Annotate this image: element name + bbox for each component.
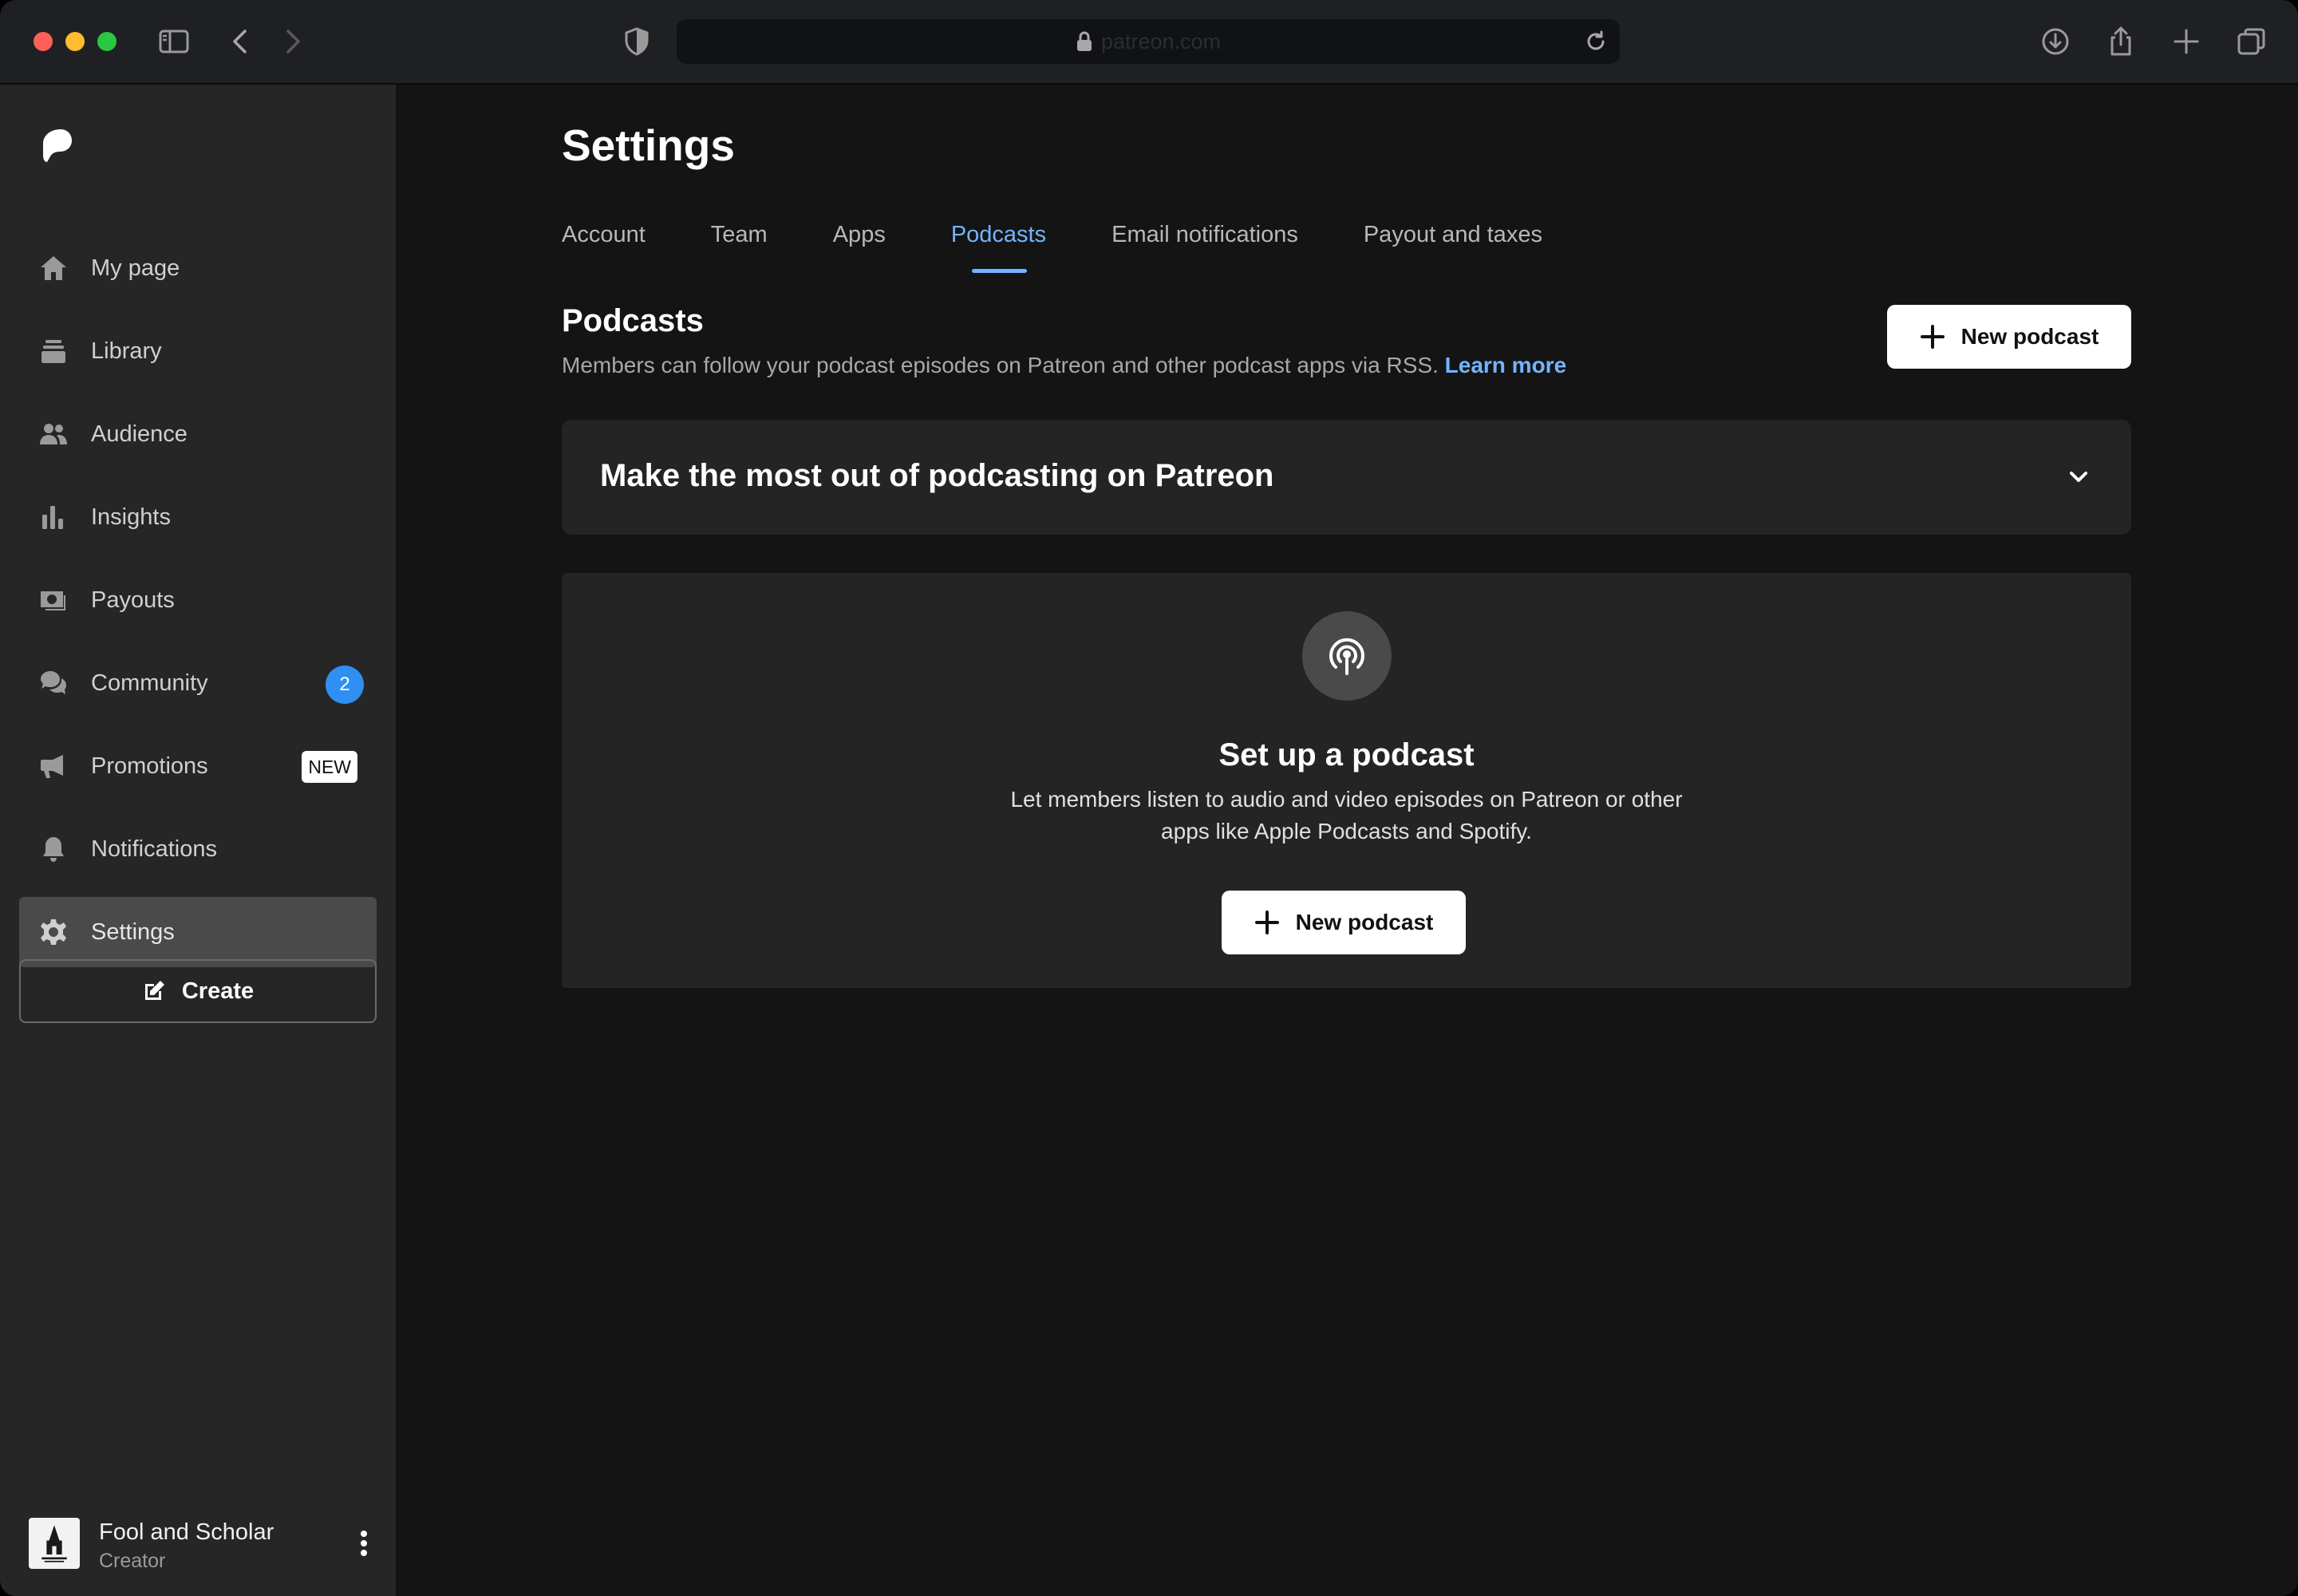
plus-icon — [1254, 911, 1279, 934]
forward-icon[interactable] — [274, 24, 310, 59]
section-description-text: Members can follow your podcast episodes… — [562, 353, 1439, 377]
bell-icon — [38, 834, 69, 864]
download-icon[interactable] — [2038, 24, 2073, 59]
learn-more-link[interactable]: Learn more — [1445, 353, 1567, 377]
settings-tabs: Account Team Apps Podcasts Email notific… — [562, 219, 1608, 275]
sidebar: My page Library Audience Insights Payout… — [0, 85, 396, 1596]
zoom-window-button[interactable] — [97, 32, 116, 51]
tab-payout-and-taxes[interactable]: Payout and taxes — [1364, 219, 1542, 275]
address-bar[interactable]: patreon.com — [677, 19, 1620, 64]
browser-window: patreon.com My page Library Audience Ins… — [0, 0, 2298, 1596]
create-button[interactable]: Create — [19, 959, 377, 1023]
sidebar-item-community[interactable]: Community 2 — [19, 648, 377, 718]
new-badge: NEW — [302, 751, 357, 783]
tab-apps[interactable]: Apps — [833, 219, 886, 275]
sidebar-item-label: Library — [91, 338, 162, 364]
share-icon[interactable] — [2103, 24, 2138, 59]
home-icon — [38, 253, 69, 283]
new-podcast-empty-state-button[interactable]: New podcast — [1222, 891, 1466, 954]
reload-icon[interactable] — [1583, 29, 1609, 54]
new-podcast-button-label: New podcast — [1960, 324, 2099, 349]
sidebar-item-payouts[interactable]: Payouts — [19, 565, 377, 635]
lock-icon — [1076, 31, 1093, 52]
gear-icon — [38, 917, 69, 947]
tab-email-notifications[interactable]: Email notifications — [1111, 219, 1298, 275]
library-icon — [38, 336, 69, 366]
profile-name: Fool and Scholar — [99, 1519, 274, 1545]
create-button-label: Create — [181, 978, 255, 1004]
empty-state-title: Set up a podcast — [1218, 737, 1475, 772]
section-description: Members can follow your podcast episodes… — [562, 353, 1566, 378]
edit-icon — [144, 981, 164, 1000]
people-icon — [38, 419, 69, 449]
sidebar-item-audience[interactable]: Audience — [19, 399, 377, 469]
new-podcast-button-label: New podcast — [1295, 910, 1434, 934]
page-title: Settings — [562, 120, 735, 170]
empty-state-description: Let members listen to audio and video ep… — [562, 784, 2131, 847]
sidebar-item-label: Community — [91, 670, 208, 696]
accordion-title: Make the most out of podcasting on Patre… — [600, 458, 1274, 493]
sidebar-item-settings[interactable]: Settings — [19, 897, 377, 967]
podcast-icon — [1302, 611, 1392, 701]
new-tab-icon[interactable] — [2169, 24, 2204, 59]
bar-chart-icon — [38, 502, 69, 532]
close-window-button[interactable] — [34, 32, 53, 51]
sidebar-item-label: Promotions — [91, 753, 208, 779]
podcasting-tips-accordion[interactable]: Make the most out of podcasting on Patre… — [562, 420, 2131, 535]
sidebar-item-library[interactable]: Library — [19, 316, 377, 386]
new-podcast-button[interactable]: New podcast — [1887, 305, 2131, 369]
plus-icon — [1920, 325, 1945, 349]
avatar[interactable] — [29, 1518, 80, 1569]
sidebar-item-label: Audience — [91, 421, 188, 447]
more-options-icon[interactable] — [348, 1526, 380, 1561]
sidebar-item-promotions[interactable]: Promotions NEW — [19, 731, 377, 801]
sidebar-item-my-page[interactable]: My page — [19, 233, 377, 303]
tab-overview-icon[interactable] — [2234, 24, 2269, 59]
main-content: Settings Account Team Apps Podcasts Emai… — [396, 85, 2298, 1596]
empty-state-description-line: Let members listen to audio and video ep… — [1010, 787, 1683, 812]
sidebar-item-label: Payouts — [91, 587, 175, 613]
money-icon — [38, 585, 69, 615]
chevron-down-icon[interactable] — [2066, 464, 2091, 490]
sidebar-item-label: Settings — [91, 918, 175, 945]
patreon-logo-icon[interactable] — [41, 128, 73, 163]
privacy-shield-icon[interactable] — [619, 24, 654, 59]
sidebar-item-label: Insights — [91, 504, 171, 530]
sidebar-toggle-icon[interactable] — [156, 24, 192, 59]
tab-account[interactable]: Account — [562, 219, 646, 275]
minimize-window-button[interactable] — [65, 32, 85, 51]
community-count-badge: 2 — [326, 666, 364, 704]
profile-role: Creator — [99, 1550, 166, 1572]
tab-podcasts[interactable]: Podcasts — [951, 219, 1046, 275]
sidebar-nav: My page Library Audience Insights Payout… — [19, 233, 377, 980]
chat-bubbles-icon — [38, 668, 69, 698]
sidebar-item-label: My page — [91, 255, 180, 281]
profile-block[interactable]: Fool and Scholar Creator — [29, 1516, 380, 1574]
sidebar-item-label: Notifications — [91, 836, 217, 862]
tab-team[interactable]: Team — [711, 219, 768, 275]
back-icon[interactable] — [223, 24, 259, 59]
empty-state-description-line: apps like Apple Podcasts and Spotify. — [1161, 819, 1532, 843]
megaphone-icon — [38, 751, 69, 781]
browser-toolbar: patreon.com — [0, 0, 2298, 85]
podcast-empty-state: Set up a podcast Let members listen to a… — [562, 573, 2131, 988]
url-text: patreon.com — [1100, 29, 1222, 53]
sidebar-item-notifications[interactable]: Notifications — [19, 814, 377, 884]
section-title: Podcasts — [562, 303, 704, 338]
sidebar-item-insights[interactable]: Insights — [19, 482, 377, 552]
